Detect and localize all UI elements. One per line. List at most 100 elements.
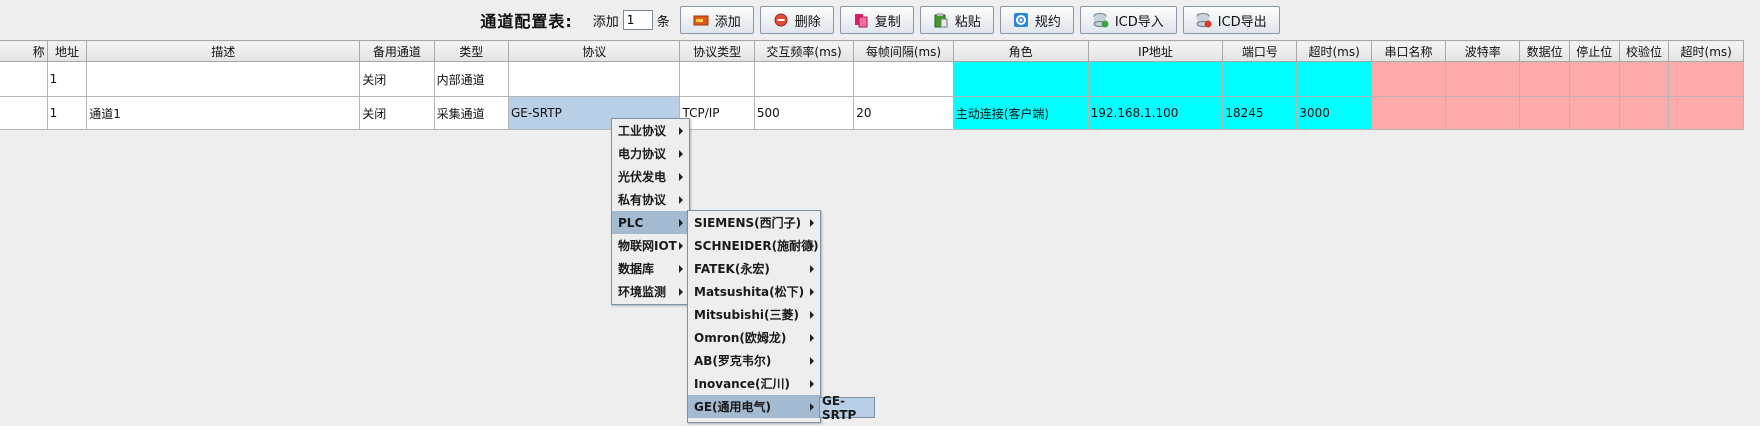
table-cell[interactable]: 18245 (1222, 96, 1298, 130)
table-cell[interactable]: 3000 (1296, 96, 1372, 130)
column-header-protocol-type[interactable]: 协议类型 (679, 40, 755, 62)
table-cell[interactable] (1668, 96, 1744, 130)
table-cell[interactable] (507, 61, 681, 97)
table-row[interactable]: 1 通道1 关闭 采集通道 GE-SRTP TCP/IP 500 20 主动连接… (0, 96, 1744, 130)
menu-item-power-protocol[interactable]: 电力协议 (612, 142, 689, 165)
column-header-frame-interval[interactable]: 每帧间隔(ms) (853, 40, 954, 62)
add-prefix-label: 添加 (592, 14, 619, 30)
column-header-description[interactable]: 描述 (86, 40, 361, 62)
table-row[interactable]: 1 关闭 内部通道 (0, 61, 1744, 97)
icd-import-button-label: ICD导入 (1114, 14, 1164, 30)
table-cell[interactable] (1445, 61, 1521, 97)
add-button[interactable]: 添加 (679, 6, 754, 34)
menu-item-photovoltaic[interactable]: 光伏发电 (612, 165, 689, 188)
add-count-input[interactable] (622, 10, 653, 30)
menu-item-label: SIEMENS(西门子) (694, 216, 802, 230)
column-header-address[interactable]: 地址 (46, 40, 88, 62)
menu-item-environment-monitoring[interactable]: 环境监测 (612, 280, 689, 303)
table-cell[interactable]: 1 (46, 61, 88, 97)
table-cell[interactable] (1519, 61, 1570, 97)
table-cell[interactable] (1445, 96, 1521, 130)
copy-button[interactable]: 复制 (839, 6, 914, 34)
menu-item-label: Mitsubishi(三菱) (694, 308, 799, 322)
table-cell[interactable] (753, 61, 855, 97)
table-cell[interactable] (1087, 61, 1224, 97)
column-header-data-bits[interactable]: 数据位 (1519, 40, 1570, 62)
table-cell[interactable] (1296, 61, 1372, 97)
menu-item-industrial-protocol[interactable]: 工业协议 (612, 119, 689, 142)
table-cell[interactable] (1370, 61, 1447, 97)
column-header-name[interactable]: 称 (0, 40, 48, 62)
submenu-arrow-icon (810, 242, 814, 250)
table-cell[interactable] (1618, 96, 1670, 130)
table-cell[interactable] (1668, 61, 1744, 97)
table-cell[interactable]: 192.168.1.100 (1087, 96, 1224, 130)
submenu-arrow-icon (810, 311, 814, 319)
table-cell[interactable] (853, 61, 954, 97)
submenu-arrow-icon (810, 357, 814, 365)
table-cell[interactable] (0, 61, 48, 97)
column-header-baud-rate[interactable]: 波特率 (1445, 40, 1521, 62)
table-cell[interactable] (0, 96, 48, 130)
table-cell[interactable]: 500 (753, 96, 855, 130)
table-cell[interactable] (1568, 61, 1620, 97)
table-cell[interactable]: 通道1 (86, 96, 361, 130)
menu-item-plc[interactable]: PLC (612, 211, 689, 234)
delete-button[interactable]: 删除 (759, 6, 834, 34)
table-cell[interactable]: 主动连接(客户端) (952, 96, 1089, 130)
table-cell[interactable]: 采集通道 (433, 96, 509, 130)
submenu-arrow-icon (679, 150, 683, 158)
menu-item-schneider[interactable]: SCHNEIDER(施耐德) (688, 234, 820, 257)
menu-item-label: 环境监测 (618, 285, 667, 299)
icd-export-button[interactable]: ICD导出 (1182, 6, 1280, 34)
table-cell[interactable] (86, 61, 361, 97)
menu-item-siemens[interactable]: SIEMENS(西门子) (688, 211, 820, 234)
column-header-stop-bits[interactable]: 停止位 (1568, 40, 1620, 62)
menu-item-label: Omron(欧姆龙) (694, 331, 787, 345)
column-header-role[interactable]: 角色 (952, 40, 1089, 62)
menu-item-ge[interactable]: GE(通用电气) (688, 395, 820, 418)
table-cell[interactable]: TCP/IP (679, 96, 755, 130)
menu-item-iot[interactable]: 物联网IOT (612, 234, 689, 257)
column-header-ip-address[interactable]: IP地址 (1087, 40, 1224, 62)
table-cell[interactable] (952, 61, 1089, 97)
menu-item-private-protocol[interactable]: 私有协议 (612, 188, 689, 211)
menu-item-fatek[interactable]: FATEK(永宏) (688, 257, 820, 280)
table-header-row: 称 地址 描述 备用通道 类型 协议 协议类型 交互频率(ms) 每帧间隔(ms… (0, 40, 1744, 62)
table-cell[interactable]: 1 (46, 96, 88, 130)
paste-icon (933, 12, 949, 28)
paste-button[interactable]: 粘贴 (919, 6, 994, 34)
table-cell[interactable] (1618, 61, 1670, 97)
table-cell[interactable]: 内部通道 (433, 61, 509, 97)
column-header-protocol[interactable]: 协议 (507, 40, 681, 62)
menu-item-mitsubishi[interactable]: Mitsubishi(三菱) (688, 303, 820, 326)
menu-item-omron[interactable]: Omron(欧姆龙) (688, 326, 820, 349)
column-header-backup-channel[interactable]: 备用通道 (359, 40, 435, 62)
menu-item-ab[interactable]: AB(罗克韦尔) (688, 349, 820, 372)
menu-item-matsushita[interactable]: Matsushita(松下) (688, 280, 820, 303)
menu-item-database[interactable]: 数据库 (612, 257, 689, 280)
column-header-serial-port-name[interactable]: 串口名称 (1370, 40, 1447, 62)
column-header-port[interactable]: 端口号 (1222, 40, 1298, 62)
table-cell[interactable] (679, 61, 755, 97)
toolbar: 通道配置表: 添加 条 添加 删除 复制 粘贴 规约 ICD导入 (0, 0, 1760, 40)
menu-item-inovance[interactable]: Inovance(汇川) (688, 372, 820, 395)
table-cell[interactable] (1568, 96, 1620, 130)
column-header-parity[interactable]: 校验位 (1618, 40, 1670, 62)
icd-import-button[interactable]: ICD导入 (1079, 6, 1177, 34)
protocol-button[interactable]: 规约 (999, 6, 1074, 34)
delete-icon (773, 12, 789, 28)
column-header-serial-timeout[interactable]: 超时(ms) (1668, 40, 1744, 62)
submenu-arrow-icon (679, 173, 683, 181)
table-cell[interactable]: 关闭 (359, 96, 435, 130)
table-cell[interactable] (1519, 96, 1570, 130)
table-cell[interactable] (1370, 96, 1447, 130)
column-header-timeout[interactable]: 超时(ms) (1296, 40, 1372, 62)
column-header-interaction-frequency[interactable]: 交互频率(ms) (753, 40, 855, 62)
menu-item-ge-srtp[interactable]: GE-SRTP (819, 394, 875, 422)
menu-item-label: Matsushita(松下) (694, 285, 805, 299)
table-cell[interactable]: 20 (853, 96, 954, 130)
column-header-type[interactable]: 类型 (433, 40, 509, 62)
table-cell[interactable] (1222, 61, 1298, 97)
table-cell[interactable]: 关闭 (359, 61, 435, 97)
